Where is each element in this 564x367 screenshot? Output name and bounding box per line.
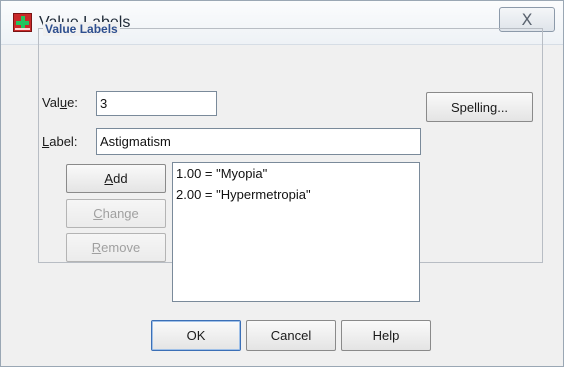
group-title: Value Labels	[43, 22, 120, 36]
add-button[interactable]: Add	[66, 164, 166, 193]
ok-button[interactable]: OK	[151, 320, 241, 351]
cancel-button[interactable]: Cancel	[246, 320, 336, 351]
change-button[interactable]: Change	[66, 199, 166, 228]
remove-button[interactable]: Remove	[66, 233, 166, 262]
list-item[interactable]: 2.00 = "Hypermetropia"	[173, 184, 419, 205]
list-item[interactable]: 1.00 = "Myopia"	[173, 163, 419, 184]
app-logo-icon	[13, 13, 32, 32]
spelling-button[interactable]: Spelling...	[426, 92, 533, 122]
help-button[interactable]: Help	[341, 320, 431, 351]
close-x-icon: X	[521, 10, 533, 29]
value-input[interactable]	[96, 91, 217, 116]
value-labels-list[interactable]: 1.00 = "Myopia" 2.00 = "Hypermetropia"	[172, 162, 420, 302]
value-label: Value:	[42, 95, 78, 110]
label-input[interactable]	[96, 128, 421, 155]
label-label: Label:	[42, 134, 78, 149]
